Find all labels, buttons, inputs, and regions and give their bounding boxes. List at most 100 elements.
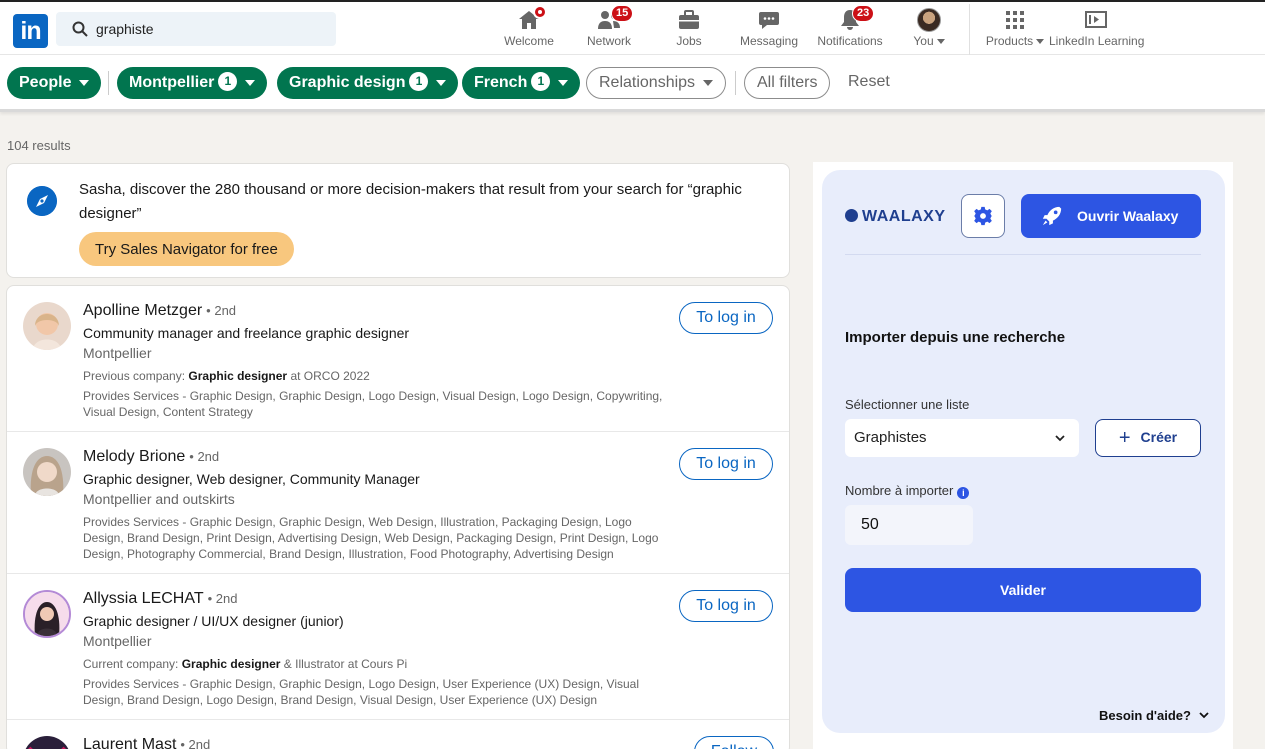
nav-learning[interactable]: LinkedIn Learning <box>1049 8 1145 54</box>
create-list-button[interactable]: + Créer <box>1095 419 1201 457</box>
nav-network[interactable]: 15 Network <box>584 5 634 54</box>
profile-company: Current company: Graphic designer & Illu… <box>83 657 408 671</box>
profile-location: Montpellier and outskirts <box>83 491 235 507</box>
promo-text: Sasha, discover the 280 thousand or more… <box>79 181 742 222</box>
nav-messaging[interactable]: Messaging <box>739 8 799 54</box>
plus-icon: + <box>1118 426 1131 449</box>
filter-label: French <box>474 74 528 91</box>
chevron-down-icon <box>245 79 256 86</box>
info-icon[interactable]: i <box>957 487 970 499</box>
validate-button[interactable]: Valider <box>845 568 1201 612</box>
profile-name[interactable]: Laurent Mast • 2nd <box>83 736 210 749</box>
notifications-badge: 23 <box>852 5 875 22</box>
nav-label: Messaging <box>739 34 799 48</box>
nav-me[interactable]: You <box>906 8 952 54</box>
filter-divider <box>108 71 109 95</box>
login-button[interactable]: To log in <box>679 448 773 480</box>
filter-relationships[interactable]: Relationships <box>586 67 727 99</box>
nav-label: Network <box>586 34 631 48</box>
open-waalaxy-label: Ouvrir Waalaxy <box>1077 208 1179 224</box>
chevron-down-icon <box>558 79 569 86</box>
profile-headline: Graphic designer, Web designer, Communit… <box>83 471 420 487</box>
login-button[interactable]: To log in <box>679 302 773 334</box>
nav-label: You <box>913 34 934 48</box>
profile-services: Provides Services - Graphic Design, Grap… <box>83 515 659 561</box>
nav-products[interactable]: Products <box>983 8 1047 54</box>
chat-icon <box>759 12 779 29</box>
list-select[interactable]: Graphistes <box>845 419 1079 457</box>
profile-avatar[interactable] <box>23 302 71 350</box>
filter-label: Graphic design <box>289 74 406 91</box>
import-count-label: Nombre à importer i <box>845 483 970 499</box>
profile-avatar[interactable] <box>23 448 71 496</box>
profile-avatar[interactable] <box>23 590 71 638</box>
help-toggle[interactable]: Besoin d'aide? <box>1099 708 1209 723</box>
chevron-down-icon <box>1055 435 1065 442</box>
profile-name[interactable]: Melody Brione • 2nd <box>83 448 219 466</box>
search-input[interactable] <box>96 19 326 39</box>
filter-industry[interactable]: Graphic design 1 <box>277 67 459 99</box>
avatar-image <box>23 736 71 749</box>
filter-label: Montpellier <box>129 74 215 91</box>
filter-label: People <box>19 74 72 91</box>
search-bar[interactable] <box>56 12 336 46</box>
nav-welcome[interactable]: Welcome <box>504 5 554 54</box>
chevron-down-icon <box>936 39 945 45</box>
linkedin-logo-icon[interactable]: in <box>13 14 48 48</box>
avatar-image <box>23 302 71 350</box>
top-navigation: in Welcome 15 Network Jobs Messaging <box>0 0 1265 56</box>
briefcase-icon <box>679 10 699 29</box>
sales-navigator-promo: Sasha, discover the 280 thousand or more… <box>6 163 790 278</box>
follow-button[interactable]: Follow <box>694 736 774 749</box>
profile-services: Provides Services - Graphic Design, Grap… <box>83 389 663 419</box>
profile-name[interactable]: Apolline Metzger • 2nd <box>83 302 236 320</box>
connection-degree: • 2nd <box>180 737 211 749</box>
import-count-input[interactable]: 50 <box>845 505 973 545</box>
welcome-dot-badge <box>533 5 547 19</box>
nav-label: LinkedIn Learning <box>1049 34 1145 48</box>
waalaxy-section-title: Importer depuis une recherche <box>845 329 1066 346</box>
login-button[interactable]: To log in <box>679 590 773 622</box>
chevron-down-icon <box>1199 712 1209 719</box>
filter-label: Relationships <box>599 74 696 91</box>
result-item: Laurent Mast• 2nd Follow <box>7 720 789 749</box>
filter-people[interactable]: People <box>7 67 102 99</box>
search-icon <box>72 21 88 37</box>
filter-language[interactable]: French 1 <box>462 67 581 99</box>
avatar-image <box>23 448 71 496</box>
learning-icon <box>1085 11 1107 28</box>
nav-label: Products <box>985 34 1034 48</box>
search-results-list: Apolline Metzger • 2nd Community manager … <box>6 285 790 749</box>
profile-services: Provides Services - Graphic Design, Grap… <box>83 677 640 707</box>
profile-name[interactable]: Allyssia LECHAT • 2nd <box>83 590 237 608</box>
waalaxy-logo: WAALAXY <box>845 208 946 226</box>
results-count: 104 results <box>7 138 71 153</box>
waalaxy-divider <box>845 254 1201 255</box>
open-waalaxy-button[interactable]: Ouvrir Waalaxy <box>1021 194 1201 238</box>
profile-location: Montpellier <box>83 633 152 649</box>
chevron-down-icon <box>79 79 90 86</box>
nav-label: Jobs <box>676 34 702 48</box>
connection-degree: • 2nd <box>189 449 220 464</box>
compass-icon <box>27 186 57 216</box>
try-sales-navigator-button[interactable]: Try Sales Navigator for free <box>79 232 294 266</box>
profile-company: Previous company: Graphic designer at OR… <box>83 369 370 383</box>
reset-filters-button[interactable]: Reset <box>848 73 890 91</box>
waalaxy-logo-icon <box>845 209 858 222</box>
nav-notifications[interactable]: 23 Notifications <box>814 5 886 54</box>
filter-count-badge: 1 <box>218 72 238 91</box>
result-item: Allyssia LECHAT • 2nd Graphic designer / … <box>7 574 789 720</box>
nav-divider <box>969 4 970 56</box>
filter-location[interactable]: Montpellier 1 <box>117 67 268 99</box>
list-select-value: Graphistes <box>854 429 927 446</box>
nav-jobs[interactable]: Jobs <box>664 8 714 54</box>
list-select-label: Sélectionner une liste <box>845 397 970 412</box>
chevron-down-icon <box>1036 39 1045 45</box>
result-item: Melody Brione • 2nd Graphic designer, Web… <box>7 432 789 574</box>
filter-divider <box>735 71 736 95</box>
all-filters-button[interactable]: All filters <box>744 67 831 99</box>
chevron-down-icon <box>703 79 714 86</box>
filter-count-badge: 1 <box>409 72 429 91</box>
waalaxy-settings-button[interactable] <box>961 194 1005 238</box>
profile-avatar[interactable] <box>23 736 71 749</box>
